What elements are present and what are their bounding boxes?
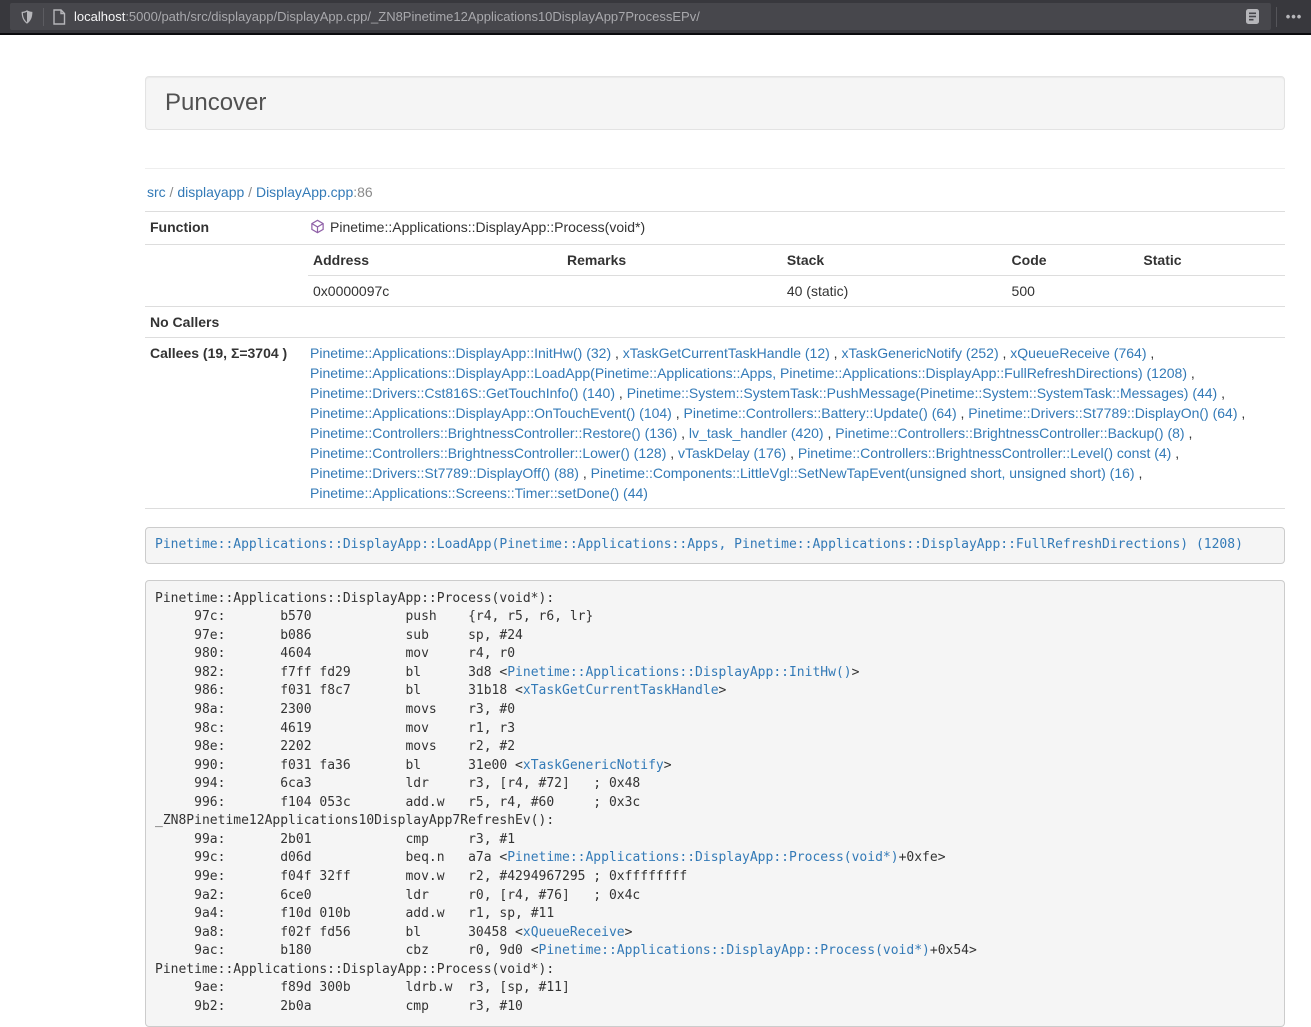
callee-link[interactable]: lv_task_handler (420) (689, 425, 824, 441)
function-name-cell: Pinetime::Applications::DisplayApp::Proc… (305, 212, 1285, 245)
stats-row-label (145, 245, 305, 307)
assembly-code: Pinetime::Applications::DisplayApp::Proc… (145, 580, 1285, 1027)
function-name: Pinetime::Applications::DisplayApp::Proc… (330, 219, 645, 235)
callee-link[interactable]: Pinetime::Applications::Screens::Timer::… (310, 485, 648, 501)
code-value: 500 (1007, 276, 1139, 307)
assembly-symbol-link[interactable]: Pinetime::Applications::DisplayApp::Init… (507, 665, 851, 680)
no-callers-row: No Callers (145, 307, 1285, 338)
col-static: Static (1138, 245, 1285, 276)
assembly-symbol-link[interactable]: Pinetime::Applications::DisplayApp::Proc… (539, 943, 930, 958)
breadcrumb-link[interactable]: src (147, 184, 166, 200)
callee-link[interactable]: xQueueReceive (764) (1010, 345, 1146, 361)
static-value (1138, 276, 1285, 307)
col-code: Code (1007, 245, 1139, 276)
divider (145, 168, 1285, 169)
function-detail-table: Function Pinetime::Applications::Display… (145, 211, 1285, 509)
callee-link[interactable]: Pinetime::Controllers::BrightnessControl… (798, 445, 1171, 461)
page-title: Puncover (165, 89, 266, 116)
stats-row: Address Remarks Stack Code Static 0x0000… (145, 245, 1285, 307)
assembly-symbol-link[interactable]: xTaskGetCurrentTaskHandle (523, 683, 719, 698)
callee-link[interactable]: Pinetime::Applications::DisplayApp::Load… (310, 365, 1187, 381)
breadcrumb: src / displayapp / DisplayApp.cpp:86 (147, 182, 1285, 202)
browser-toolbar: localhost:5000/path/src/displayapp/Displ… (0, 0, 1311, 35)
callee-link[interactable]: Pinetime::Applications::DisplayApp::OnTo… (310, 405, 672, 421)
url-text[interactable]: localhost:5000/path/src/displayapp/Displ… (74, 9, 700, 24)
symbol-cube-icon (310, 219, 325, 239)
callee-link[interactable]: Pinetime::System::SystemTask::PushMessag… (627, 385, 1218, 401)
callee-link[interactable]: Pinetime::Controllers::BrightnessControl… (310, 445, 666, 461)
stats-table: Address Remarks Stack Code Static 0x0000… (308, 245, 1285, 306)
assembly-symbol-link[interactable]: Pinetime::Applications::DisplayApp::Proc… (507, 850, 898, 865)
loadapp-link[interactable]: Pinetime::Applications::DisplayApp::Load… (155, 537, 1243, 552)
callees-label: Callees (19, Σ=3704 ) (145, 338, 305, 509)
callees-list: Pinetime::Applications::DisplayApp::Init… (305, 338, 1285, 509)
url-path: :5000/path/src/displayapp/DisplayApp.cpp… (125, 9, 700, 24)
callee-link[interactable]: Pinetime::Controllers::BrightnessControl… (310, 425, 677, 441)
url-bar[interactable]: localhost:5000/path/src/displayapp/Displ… (10, 3, 1271, 30)
more-menu-icon[interactable]: ••• (1277, 9, 1311, 24)
assembly-symbol-link[interactable]: xQueueReceive (523, 925, 625, 940)
table-row: 0x0000097c 40 (static) 500 (308, 276, 1285, 307)
shield-icon[interactable] (19, 9, 35, 25)
callee-link[interactable]: Pinetime::Drivers::St7789::DisplayOff() … (310, 465, 579, 481)
col-address: Address (308, 245, 562, 276)
callee-link[interactable]: Pinetime::Drivers::St7789::DisplayOn() (… (968, 405, 1237, 421)
callee-link[interactable]: Pinetime::Applications::DisplayApp::Init… (310, 345, 611, 361)
callee-link[interactable]: Pinetime::Controllers::Battery::Update()… (684, 405, 957, 421)
no-callers-label: No Callers (145, 307, 305, 338)
assembly-symbol-link[interactable]: xTaskGenericNotify (523, 758, 664, 773)
stats-cell: Address Remarks Stack Code Static 0x0000… (305, 245, 1285, 307)
col-stack: Stack (782, 245, 1007, 276)
col-remarks: Remarks (562, 245, 782, 276)
breadcrumb-link[interactable]: DisplayApp.cpp (256, 184, 353, 200)
breadcrumb-link[interactable]: displayapp (177, 184, 244, 200)
page-icon (52, 9, 66, 25)
callee-link[interactable]: vTaskDelay (176) (678, 445, 786, 461)
callee-link[interactable]: Pinetime::Controllers::BrightnessControl… (835, 425, 1184, 441)
function-row: Function Pinetime::Applications::Display… (145, 212, 1285, 245)
reader-mode-icon[interactable] (1240, 5, 1264, 29)
page-container: Puncover src / displayapp / DisplayApp.c… (145, 76, 1285, 1027)
biggest-callee-box: Pinetime::Applications::DisplayApp::Load… (145, 527, 1285, 564)
function-label: Function (145, 212, 305, 245)
callers-cell (305, 307, 1285, 338)
callee-link[interactable]: xTaskGenericNotify (252) (841, 345, 998, 361)
callee-link[interactable]: xTaskGetCurrentTaskHandle (12) (623, 345, 830, 361)
address-value: 0x0000097c (308, 276, 562, 307)
remarks-value (562, 276, 782, 307)
callee-link[interactable]: Pinetime::Drivers::Cst816S::GetTouchInfo… (310, 385, 615, 401)
toolbar-divider (43, 8, 44, 26)
stack-value: 40 (static) (782, 276, 1007, 307)
url-host: localhost (74, 9, 125, 24)
callee-link[interactable]: Pinetime::Components::LittleVgl::SetNewT… (591, 465, 1135, 481)
app-header-panel: Puncover (145, 76, 1285, 130)
callees-row: Callees (19, Σ=3704 ) Pinetime::Applicat… (145, 338, 1285, 509)
